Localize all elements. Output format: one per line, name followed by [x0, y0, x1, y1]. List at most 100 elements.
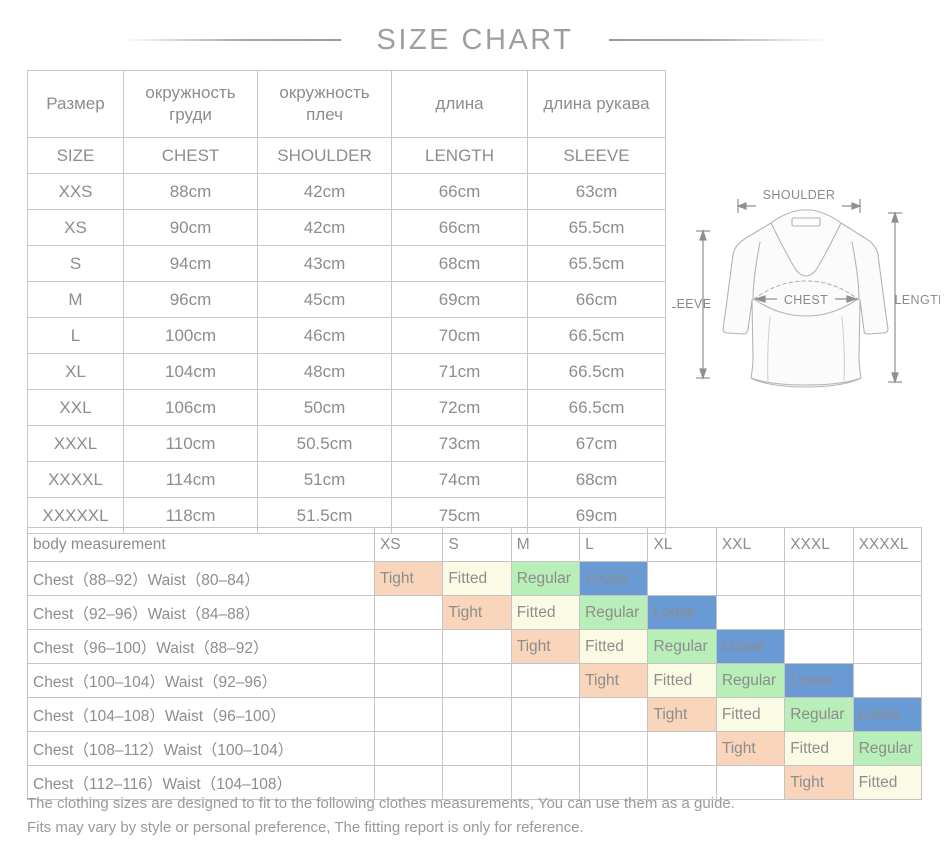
size-header-ru-2: окружность плеч — [257, 70, 392, 138]
fit-header-size-S: S — [442, 527, 512, 562]
size-cell-size: M — [27, 281, 124, 318]
fit-cell — [442, 697, 512, 732]
fit-measurement-label: Chest（96–100）Waist（88–92） — [27, 629, 375, 664]
fit-cell — [442, 629, 512, 664]
size-header-ru-4: длина рукава — [527, 70, 666, 138]
fit-cell — [715, 595, 786, 630]
fit-header-size-XXL: XXL — [715, 527, 786, 562]
size-cell-chest: 106cm — [123, 389, 258, 426]
fit-cell: Regular — [579, 595, 649, 630]
table-row: L 100cm 46cm 70cm 66.5cm — [27, 317, 666, 354]
size-cell-size: XS — [27, 209, 124, 246]
diagram-label-sleeve: SLEEVE — [672, 297, 712, 311]
table-row: XXL 106cm 50cm 72cm 66.5cm — [27, 389, 666, 426]
fit-header-measurement: body measurement — [27, 527, 375, 562]
fit-cell: Fitted — [647, 663, 717, 698]
table-row: M 96cm 45cm 69cm 66cm — [27, 281, 666, 318]
size-cell-sleeve: 66.5cm — [527, 389, 666, 426]
table-row: Chest（104–108）Waist（96–100） Tight Fitted Re… — [27, 697, 923, 732]
size-header-en-0: SIZE — [27, 137, 124, 174]
garment-illustration-svg: SHOULDER CHEST SLEEVE LENGTH — [672, 188, 940, 388]
fit-measurement-label: Chest（104–108）Waist（96–100） — [27, 697, 375, 732]
size-header-en-3: LENGTH — [391, 137, 528, 174]
size-table-header-en: SIZE CHEST SHOULDER LENGTH SLEEVE — [27, 137, 666, 174]
size-cell-shoulder: 43cm — [257, 245, 392, 282]
fit-header-size-XXXXL: XXXXL — [852, 527, 923, 562]
fit-cell: Loose — [784, 663, 854, 698]
disclaimer-line-1: The clothing sizes are designed to fit t… — [27, 795, 735, 812]
fit-cell: Fitted — [510, 595, 581, 630]
size-cell-chest: 100cm — [123, 317, 258, 354]
size-cell-sleeve: 67cm — [527, 425, 666, 462]
fit-cell — [510, 731, 581, 766]
size-cell-shoulder: 51cm — [257, 461, 392, 498]
fit-cell — [373, 595, 444, 630]
fit-cell: Tight — [442, 595, 512, 630]
size-header-en-2: SHOULDER — [257, 137, 392, 174]
fit-cell: Fitted — [579, 629, 649, 664]
size-cell-chest: 88cm — [123, 173, 258, 210]
size-cell-size: XXL — [27, 389, 124, 426]
size-cell-length: 72cm — [391, 389, 528, 426]
size-cell-chest: 110cm — [123, 425, 258, 462]
size-cell-size: XXXL — [27, 425, 124, 462]
fit-cell — [442, 731, 512, 766]
fit-cell: Tight — [715, 731, 786, 766]
size-cell-sleeve: 65.5cm — [527, 209, 666, 246]
fit-cell: Regular — [784, 697, 854, 732]
size-cell-length: 70cm — [391, 317, 528, 354]
fit-cell — [510, 697, 581, 732]
size-cell-size: S — [27, 245, 124, 282]
fit-cell — [784, 629, 854, 664]
fit-cell: Fitted — [784, 731, 854, 766]
fit-cell: Loose — [852, 697, 923, 732]
fit-cell: Regular — [510, 561, 581, 596]
fit-cell — [784, 595, 854, 630]
size-cell-shoulder: 46cm — [257, 317, 392, 354]
size-cell-length: 68cm — [391, 245, 528, 282]
size-cell-sleeve: 66.5cm — [527, 353, 666, 390]
diagram-label-length: LENGTH — [894, 293, 940, 307]
fit-measurement-label: Chest（92–96）Waist（84–88） — [27, 595, 375, 630]
table-row: Chest（88–92）Waist（80–84） Tight Fitted Regul… — [27, 561, 923, 596]
size-cell-size: XXXXL — [27, 461, 124, 498]
size-cell-shoulder: 45cm — [257, 281, 392, 318]
fit-header-size-XL: XL — [647, 527, 717, 562]
size-measurements-table: Размер окружность груди окружность плеч дли… — [27, 70, 666, 534]
fit-cell: Tight — [373, 561, 444, 596]
garment-diagram: SHOULDER CHEST SLEEVE LENGTH — [672, 182, 940, 402]
table-row: Chest（100–104）Waist（92–96） Tight Fitted Reg… — [27, 663, 923, 698]
table-row: XXS 88cm 42cm 66cm 63cm — [27, 173, 666, 210]
table-row: S 94cm 43cm 68cm 65.5cm — [27, 245, 666, 282]
size-header-en-1: CHEST — [123, 137, 258, 174]
fit-cell — [579, 697, 649, 732]
size-cell-chest: 104cm — [123, 353, 258, 390]
size-cell-chest: 114cm — [123, 461, 258, 498]
fit-cell — [373, 629, 444, 664]
table-row: Chest（92–96）Waist（84–88） Tight Fitted Regul… — [27, 595, 923, 630]
size-header-ru-0: Размер — [27, 70, 124, 138]
size-cell-length: 74cm — [391, 461, 528, 498]
fit-cell: Loose — [715, 629, 786, 664]
fit-cell — [852, 663, 923, 698]
size-table-header-ru: Размер окружность груди окружность плеч дли… — [27, 70, 666, 138]
size-cell-shoulder: 50.5cm — [257, 425, 392, 462]
size-cell-shoulder: 50cm — [257, 389, 392, 426]
fit-cell: Fitted — [442, 561, 512, 596]
fit-cell: Tight — [510, 629, 581, 664]
size-cell-sleeve: 66cm — [527, 281, 666, 318]
fit-cell — [442, 663, 512, 698]
diagram-label-chest: CHEST — [784, 293, 828, 307]
title-rule-left — [120, 39, 341, 41]
fit-header-size-XS: XS — [373, 527, 444, 562]
size-header-ru-1: окружность груди — [123, 70, 258, 138]
fit-measurement-label: Chest（100–104）Waist（92–96） — [27, 663, 375, 698]
size-cell-length: 73cm — [391, 425, 528, 462]
fit-table-header: body measurement XS S M L XL XXL XXXL XXXXL — [27, 527, 923, 562]
size-header-ru-3: длина — [391, 70, 528, 138]
table-row: XL 104cm 48cm 71cm 66.5cm — [27, 353, 666, 390]
fit-cell — [784, 561, 854, 596]
fit-cell — [510, 663, 581, 698]
fit-cell: Regular — [715, 663, 786, 698]
size-cell-shoulder: 48cm — [257, 353, 392, 390]
